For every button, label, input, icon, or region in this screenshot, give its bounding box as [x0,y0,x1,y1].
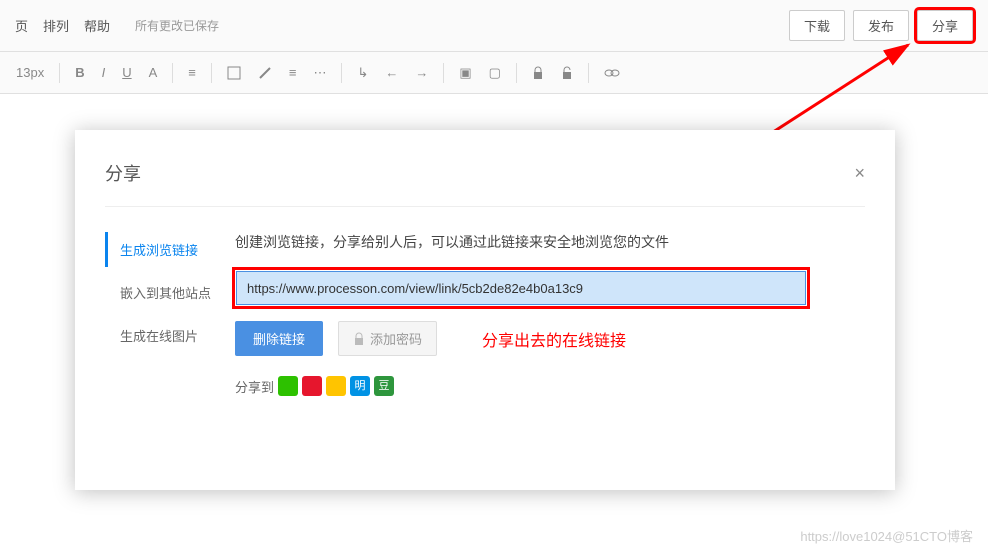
menubar-left: 页 排列 帮助 所有更改已保存 [15,16,219,35]
arrow-end-button[interactable]: → [409,61,434,84]
tab-image[interactable]: 生成在线图片 [108,318,215,353]
unlock-button[interactable] [555,62,579,84]
line-width-button[interactable]: ≡ [283,61,303,84]
link-button[interactable] [598,64,626,82]
separator [172,63,173,83]
menu-help[interactable]: 帮助 [84,16,110,35]
separator [588,63,589,83]
wechat-icon[interactable] [278,376,298,396]
annotation-text: 分享出去的在线链接 [482,327,626,351]
unlock-icon [561,66,573,80]
fontsize-select[interactable]: 13px [10,61,50,84]
align-button[interactable]: ≡ [182,61,202,84]
share-to-label: 分享到 [235,377,274,396]
weibo-icon[interactable] [302,376,322,396]
separator [516,63,517,83]
modal-tabs: 生成浏览链接 嵌入到其他站点 生成在线图片 [105,232,215,396]
share-button[interactable]: 分享 [917,10,973,41]
link-input-highlight [235,270,807,306]
action-row: 删除链接 添加密码 分享出去的在线链接 [235,321,865,356]
share-modal: 分享 × 生成浏览链接 嵌入到其他站点 生成在线图片 创建浏览链接，分享给别人后… [75,130,895,490]
lock-icon [353,332,365,346]
watermark: https://love1024@51CTO博客 [800,526,973,545]
tab-generate-link[interactable]: 生成浏览链接 [105,232,215,267]
share-link-input[interactable] [236,271,806,305]
add-password-label: 添加密码 [370,329,422,348]
back-button[interactable]: ▢ [483,61,507,85]
line-color-button[interactable] [252,62,278,84]
italic-button[interactable]: I [96,61,112,84]
arrow-start-button[interactable]: ← [379,61,404,84]
lock-button[interactable] [526,62,550,84]
lock-icon [532,66,544,80]
mingdao-icon[interactable]: 明 [350,376,370,396]
separator [59,63,60,83]
modal-content: 创建浏览链接，分享给别人后，可以通过此链接来安全地浏览您的文件 删除链接 添加密… [215,232,865,396]
separator [341,63,342,83]
close-button[interactable]: × [854,163,865,184]
underline-button[interactable]: U [116,61,137,84]
tab-embed[interactable]: 嵌入到其他站点 [108,275,215,310]
bold-button[interactable]: B [69,61,90,84]
qzone-icon[interactable] [326,376,346,396]
modal-body: 生成浏览链接 嵌入到其他站点 生成在线图片 创建浏览链接，分享给别人后，可以通过… [105,206,865,396]
share-description: 创建浏览链接，分享给别人后，可以通过此链接来安全地浏览您的文件 [235,232,865,252]
modal-title: 分享 [105,160,141,186]
link-icon [604,68,620,78]
share-to-row: 分享到 明 豆 [235,376,865,396]
autosave-status: 所有更改已保存 [135,17,219,34]
separator [443,63,444,83]
menu-page[interactable]: 页 [15,16,28,35]
front-button[interactable]: ▣ [453,61,477,85]
separator [211,63,212,83]
download-button[interactable]: 下载 [789,10,845,41]
connector-button[interactable]: ↳ [351,61,374,85]
line-style-button[interactable]: ⋯ [307,61,332,85]
add-password-button[interactable]: 添加密码 [338,321,437,356]
fill-color-button[interactable] [221,62,247,84]
menu-arrange[interactable]: 排列 [43,16,69,35]
font-color-button[interactable]: A [143,61,164,84]
douban-icon[interactable]: 豆 [374,376,394,396]
menubar-right: 下载 发布 分享 [789,10,973,41]
delete-link-button[interactable]: 删除链接 [235,321,323,356]
top-menubar: 页 排列 帮助 所有更改已保存 下载 发布 分享 [0,0,988,52]
formatting-toolbar: 13px B I U A ≡ ≡ ⋯ ↳ ← → ▣ ▢ [0,52,988,94]
publish-button[interactable]: 发布 [853,10,909,41]
modal-header: 分享 × [105,160,865,186]
